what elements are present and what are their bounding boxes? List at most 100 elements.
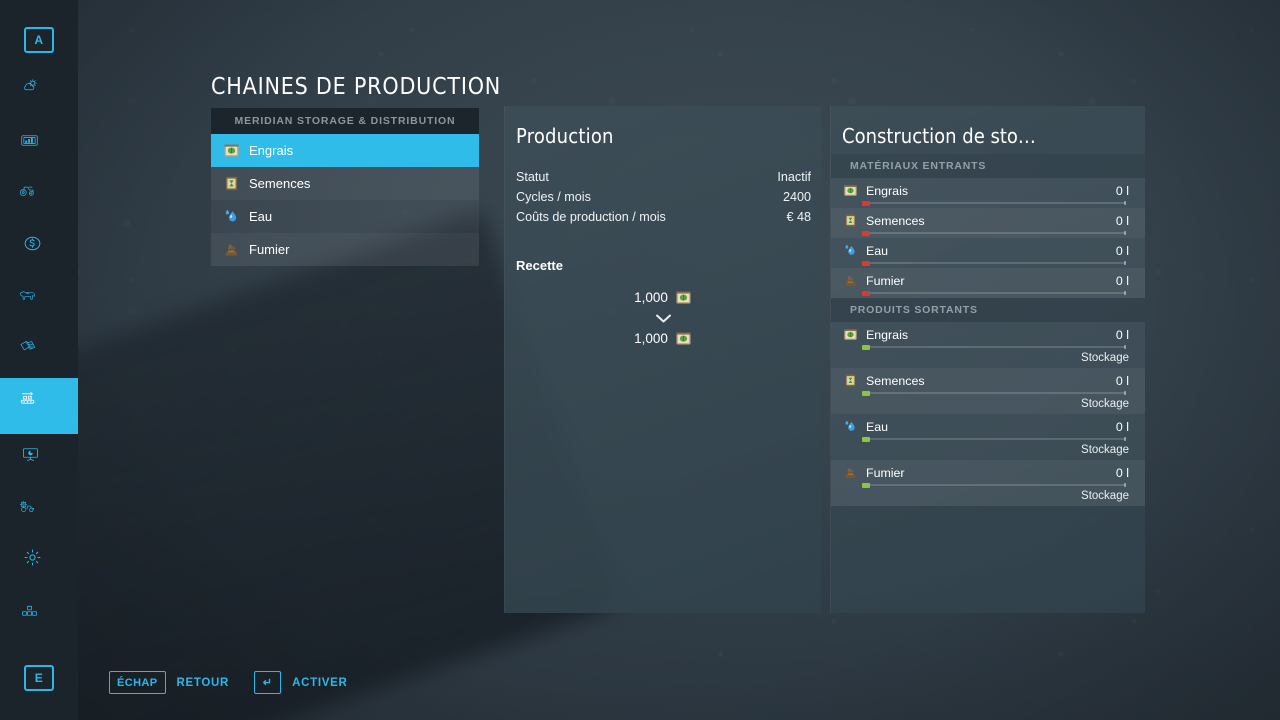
- goods-name: Fumier: [866, 465, 905, 480]
- goods-name: Eau: [866, 243, 889, 258]
- fill-level-bar: [862, 482, 1126, 488]
- list-item-label: Engrais: [249, 143, 294, 158]
- fill-level-bar: [862, 436, 1126, 442]
- recipe-body: 1,000 1,000: [505, 289, 821, 347]
- goods-amount: 0 l: [1115, 465, 1129, 480]
- fill-level-cap: [1124, 345, 1126, 349]
- help-key[interactable]: ↵: [254, 671, 282, 694]
- goods-row[interactable]: Eau 0 l: [831, 238, 1145, 268]
- goods-name: Semences: [866, 373, 925, 388]
- list-item-label: Eau: [249, 209, 273, 224]
- water-icon: [843, 243, 858, 258]
- fill-level-cap: [1124, 291, 1126, 295]
- seeds-icon: [843, 373, 858, 388]
- fill-level-cap: [1124, 201, 1126, 205]
- recipe-output-amount: 1,000: [634, 331, 668, 346]
- fill-level-indicator: [862, 230, 870, 236]
- fertilizer-icon: [843, 327, 858, 342]
- list-item-label: Semences: [249, 176, 311, 191]
- fill-level-bar: [862, 344, 1126, 350]
- goods-row[interactable]: Eau 0 l Stockage: [831, 414, 1145, 460]
- goods-row[interactable]: Fumier 0 l Stockage: [831, 460, 1145, 506]
- goods-name: Fumier: [866, 273, 905, 288]
- fill-level-cap: [1124, 231, 1126, 235]
- output-mode-label[interactable]: Stockage: [843, 352, 1129, 364]
- fill-level-bar: [862, 390, 1126, 396]
- manure-icon: [843, 273, 858, 288]
- goods-row[interactable]: Semences 0 l: [831, 208, 1145, 238]
- fill-level-bar: [862, 290, 1126, 296]
- seeds-icon: [843, 213, 858, 228]
- fertilizer-icon: [843, 183, 858, 198]
- goods-name: Engrais: [866, 327, 909, 342]
- chevron-down-icon: [505, 306, 821, 330]
- goods-line: Engrais 0 l: [843, 183, 1129, 198]
- fertilizer-icon: [675, 330, 692, 347]
- goods-amount: 0 l: [1115, 419, 1129, 434]
- incoming-section-header: MATÉRIAUX ENTRANTS: [831, 154, 1145, 178]
- recipe-output-row: 1,000: [505, 330, 821, 347]
- production-stat-label: Coûts de production / mois: [516, 210, 666, 224]
- production-stat-value: 2400: [782, 190, 811, 204]
- help-bar: ÉCHAP RETOUR ↵ ACTIVER: [109, 671, 361, 694]
- fill-level-indicator: [862, 482, 870, 488]
- goods-amount: 0 l: [1115, 213, 1129, 228]
- fill-level-bar: [862, 200, 1126, 206]
- list-item[interactable]: Semences: [211, 167, 479, 200]
- list-item[interactable]: Engrais: [211, 134, 479, 167]
- outgoing-section-header: PRODUITS SORTANTS: [831, 298, 1145, 322]
- output-mode-label[interactable]: Stockage: [843, 444, 1129, 456]
- fill-level-cap: [1124, 437, 1126, 441]
- goods-line: Semences 0 l: [843, 373, 1129, 388]
- production-stat-label: Statut: [516, 170, 549, 184]
- list-item-label: Fumier: [249, 242, 290, 257]
- fill-level-indicator: [862, 344, 870, 350]
- goods-amount: 0 l: [1115, 327, 1129, 342]
- goods-row[interactable]: Fumier 0 l: [831, 268, 1145, 298]
- manure-icon: [223, 241, 240, 258]
- goods-name: Eau: [866, 419, 889, 434]
- production-panel: Production Statut Inactif Cycles / mois 240…: [504, 106, 821, 613]
- storage-panel: Construction de sto… MATÉRIAUX ENTRANTS …: [830, 106, 1145, 613]
- fill-level-indicator: [862, 290, 870, 296]
- help-label: ACTIVER: [292, 676, 348, 689]
- fill-level-indicator: [862, 200, 870, 206]
- goods-row[interactable]: Semences 0 l Stockage: [831, 368, 1145, 414]
- manure-icon: [843, 465, 858, 480]
- fill-level-cap: [1124, 391, 1126, 395]
- goods-name: Engrais: [866, 183, 909, 198]
- output-mode-label[interactable]: Stockage: [843, 490, 1129, 502]
- production-panel-title: Production: [516, 124, 614, 148]
- fill-level-cap: [1124, 261, 1126, 265]
- output-mode-label[interactable]: Stockage: [843, 398, 1129, 410]
- production-stat-value: € 48: [786, 210, 811, 224]
- goods-row[interactable]: Engrais 0 l: [831, 178, 1145, 208]
- fill-level-cap: [1124, 483, 1126, 487]
- goods-line: Engrais 0 l: [843, 327, 1129, 342]
- goods-line: Fumier 0 l: [843, 273, 1129, 288]
- production-point-list: MERIDIAN STORAGE & DISTRIBUTION Engrais S…: [211, 108, 479, 266]
- goods-line: Fumier 0 l: [843, 465, 1129, 480]
- goods-amount: 0 l: [1115, 183, 1129, 198]
- goods-line: Semences 0 l: [843, 213, 1129, 228]
- recipe-input-amount: 1,000: [634, 290, 668, 305]
- fill-level-bar: [862, 260, 1126, 266]
- production-stat-value: Inactif: [777, 170, 811, 184]
- goods-line: Eau 0 l: [843, 243, 1129, 258]
- list-item[interactable]: Eau: [211, 200, 479, 233]
- storage-panel-title: Construction de sto…: [842, 124, 1036, 148]
- goods-row[interactable]: Engrais 0 l Stockage: [831, 322, 1145, 368]
- goods-line: Eau 0 l: [843, 419, 1129, 434]
- production-stat-row: Cycles / mois 2400: [505, 187, 821, 207]
- goods-amount: 0 l: [1115, 373, 1129, 388]
- fertilizer-icon: [675, 289, 692, 306]
- production-stat-label: Cycles / mois: [516, 190, 591, 204]
- production-stat-row: Coûts de production / mois € 48: [505, 207, 821, 227]
- fill-level-indicator: [862, 390, 870, 396]
- water-icon: [223, 208, 240, 225]
- help-key[interactable]: ÉCHAP: [109, 671, 166, 694]
- page-title: CHAINES DE PRODUCTION: [211, 74, 502, 100]
- goods-name: Semences: [866, 213, 925, 228]
- fertilizer-icon: [223, 142, 240, 159]
- list-item[interactable]: Fumier: [211, 233, 479, 266]
